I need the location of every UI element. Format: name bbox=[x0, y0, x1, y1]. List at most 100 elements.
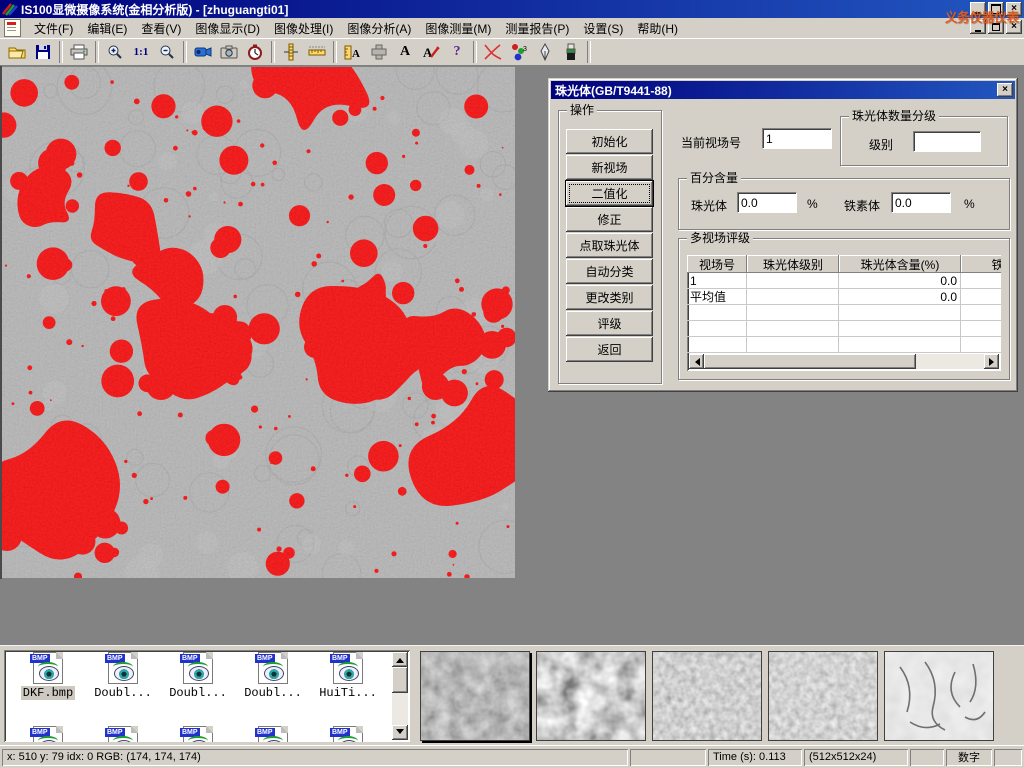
new-field-button[interactable]: 新视场 bbox=[566, 155, 653, 180]
file-item[interactable]: BMP DKF.bmp bbox=[12, 652, 84, 700]
correct-button[interactable]: 修正 bbox=[566, 207, 653, 232]
camera-icon[interactable] bbox=[216, 40, 242, 64]
statusbar: x: 510 y: 79 idx: 0 RGB: (174, 174, 174)… bbox=[0, 745, 1024, 768]
menu-settings[interactable]: 设置(S) bbox=[576, 18, 630, 39]
merge-icon[interactable] bbox=[366, 40, 392, 64]
status-panel-empty bbox=[994, 749, 1022, 766]
file-item[interactable]: BMP bbox=[87, 726, 159, 742]
pick-pearlite-button[interactable]: 点取珠光体 bbox=[566, 233, 653, 258]
auto-classify-button[interactable]: 自动分类 bbox=[566, 259, 653, 284]
menu-image-analysis[interactable]: 图像分析(A) bbox=[340, 18, 418, 39]
file-item[interactable]: BMP HuiTi... bbox=[312, 652, 384, 700]
file-item[interactable]: BMP bbox=[12, 726, 84, 742]
brush-icon[interactable] bbox=[558, 40, 584, 64]
rate-button[interactable]: 评级 bbox=[566, 311, 653, 336]
svg-text:A: A bbox=[423, 45, 433, 60]
zoom-out-icon[interactable] bbox=[154, 40, 180, 64]
timer-icon[interactable] bbox=[242, 40, 268, 64]
save-icon[interactable] bbox=[30, 40, 56, 64]
thumbnail-5[interactable] bbox=[884, 651, 994, 741]
menu-measure-report[interactable]: 测量报告(P) bbox=[498, 18, 576, 39]
pearlite-label: 珠光体 bbox=[691, 197, 727, 214]
scroll-left-button[interactable] bbox=[689, 354, 704, 369]
micrograph-image[interactable] bbox=[2, 67, 515, 578]
menu-help[interactable]: 帮助(H) bbox=[630, 18, 685, 39]
file-strip: BMP DKF.bmp BMP Doubl... BMP Doubl... BM… bbox=[0, 645, 1024, 745]
scroll-down-button[interactable] bbox=[392, 725, 408, 740]
file-name: Doubl... bbox=[242, 686, 304, 700]
measure-text-icon[interactable]: A bbox=[340, 40, 366, 64]
current-view-input[interactable] bbox=[762, 128, 832, 149]
scroll-right-icon bbox=[989, 358, 998, 366]
cell-grade bbox=[747, 289, 839, 305]
return-button[interactable]: 返回 bbox=[566, 337, 653, 362]
menu-edit[interactable]: 编辑(E) bbox=[80, 18, 134, 39]
ferrite-percent-input[interactable] bbox=[891, 192, 951, 213]
cell-grade bbox=[747, 273, 839, 289]
eye-icon bbox=[264, 666, 284, 681]
cursor-status: x: 510 y: 79 idx: 0 RGB: (174, 174, 174) bbox=[2, 749, 628, 766]
text-icon[interactable]: A bbox=[392, 40, 418, 64]
grading-group: 珠光体数量分级 级别 bbox=[840, 116, 1008, 166]
pen-icon[interactable] bbox=[532, 40, 558, 64]
menu-image-measure[interactable]: 图像测量(M) bbox=[418, 18, 498, 39]
annotate-icon[interactable]: A bbox=[418, 40, 444, 64]
open-icon[interactable] bbox=[4, 40, 30, 64]
operations-group: 操作 初始化 新视场 二值化 修正 点取珠光体 自动分类 更改类别 评级 返回 bbox=[558, 110, 662, 384]
cell-pearlite: 0.0 bbox=[839, 273, 961, 289]
scroll-right-button[interactable] bbox=[984, 354, 999, 369]
dialog-titlebar[interactable]: 珠光体(GB/T9441-88) × bbox=[551, 81, 1015, 99]
thumbnail-3[interactable] bbox=[652, 651, 762, 741]
status-mode: 数字 bbox=[946, 749, 992, 766]
table-row[interactable]: 1 0.0 bbox=[687, 273, 1001, 289]
percent-group-label: 百分含量 bbox=[687, 171, 741, 185]
caliper-icon[interactable] bbox=[278, 40, 304, 64]
menu-image-processing[interactable]: 图像处理(I) bbox=[267, 18, 340, 39]
table-row[interactable]: 平均值 0.0 bbox=[687, 289, 1001, 305]
menubar: 文件(F) 编辑(E) 查看(V) 图像显示(D) 图像处理(I) 图像分析(A… bbox=[0, 18, 1024, 39]
zoom-in-icon[interactable] bbox=[102, 40, 128, 64]
pearlite-percent-input[interactable] bbox=[737, 192, 797, 213]
file-list-scrollbar[interactable] bbox=[392, 652, 408, 740]
titlebar[interactable]: IS100显微摄像系统(金相分析版) - [zhuguangti01] × bbox=[0, 0, 1024, 18]
table-horizontal-scrollbar[interactable] bbox=[689, 354, 999, 369]
curves-icon[interactable] bbox=[480, 40, 506, 64]
document-icon[interactable] bbox=[4, 19, 21, 37]
scrollbar-thumb[interactable] bbox=[392, 667, 408, 693]
actual-size-icon[interactable]: 1:1 bbox=[128, 40, 154, 64]
file-item[interactable]: BMP bbox=[312, 726, 384, 742]
ruler-icon[interactable] bbox=[304, 40, 330, 64]
scroll-up-button[interactable] bbox=[392, 652, 408, 667]
file-item[interactable]: BMP Doubl... bbox=[237, 652, 309, 700]
thumbnail-1[interactable] bbox=[420, 651, 530, 741]
scrollbar-thumb[interactable] bbox=[704, 354, 916, 369]
file-item[interactable]: BMP Doubl... bbox=[162, 652, 234, 700]
menu-file[interactable]: 文件(F) bbox=[27, 18, 80, 39]
thumbnail-2[interactable] bbox=[536, 651, 646, 741]
binarize-button[interactable]: 二值化 bbox=[566, 181, 653, 206]
pearlite-dialog: 珠光体(GB/T9441-88) × 操作 初始化 新视场 二值化 修正 点取珠… bbox=[548, 78, 1018, 392]
file-item[interactable]: BMP bbox=[237, 726, 309, 742]
menu-view[interactable]: 查看(V) bbox=[134, 18, 188, 39]
ferrite-label: 铁素体 bbox=[844, 197, 880, 214]
status-dimensions: (512x512x24) bbox=[804, 749, 908, 766]
video-camera-icon[interactable] bbox=[190, 40, 216, 64]
rating-table: 视场号 珠光体级别 珠光体含量(%) 铁素体含量(%) 1 0.0 平均值 bbox=[687, 255, 1001, 371]
dialog-close-button[interactable]: × bbox=[997, 83, 1013, 97]
status-time: Time (s): 0.113 bbox=[708, 749, 802, 766]
file-item[interactable]: BMP Doubl... bbox=[87, 652, 159, 700]
toolbar-separator bbox=[271, 41, 275, 63]
eye-icon bbox=[189, 666, 209, 681]
menu-image-display[interactable]: 图像显示(D) bbox=[188, 18, 267, 39]
file-name: Doubl... bbox=[167, 686, 229, 700]
table-row-empty bbox=[687, 305, 1001, 321]
thumbnail-4[interactable] bbox=[768, 651, 878, 741]
level-input[interactable] bbox=[913, 131, 981, 152]
print-icon[interactable] bbox=[66, 40, 92, 64]
init-button[interactable]: 初始化 bbox=[566, 129, 653, 154]
change-class-button[interactable]: 更改类别 bbox=[566, 285, 653, 310]
file-item[interactable]: BMP bbox=[162, 726, 234, 742]
help-icon[interactable]: ? bbox=[444, 40, 470, 64]
count-markers-icon[interactable]: 3 bbox=[506, 40, 532, 64]
dialog-title: 珠光体(GB/T9441-88) bbox=[555, 82, 672, 99]
